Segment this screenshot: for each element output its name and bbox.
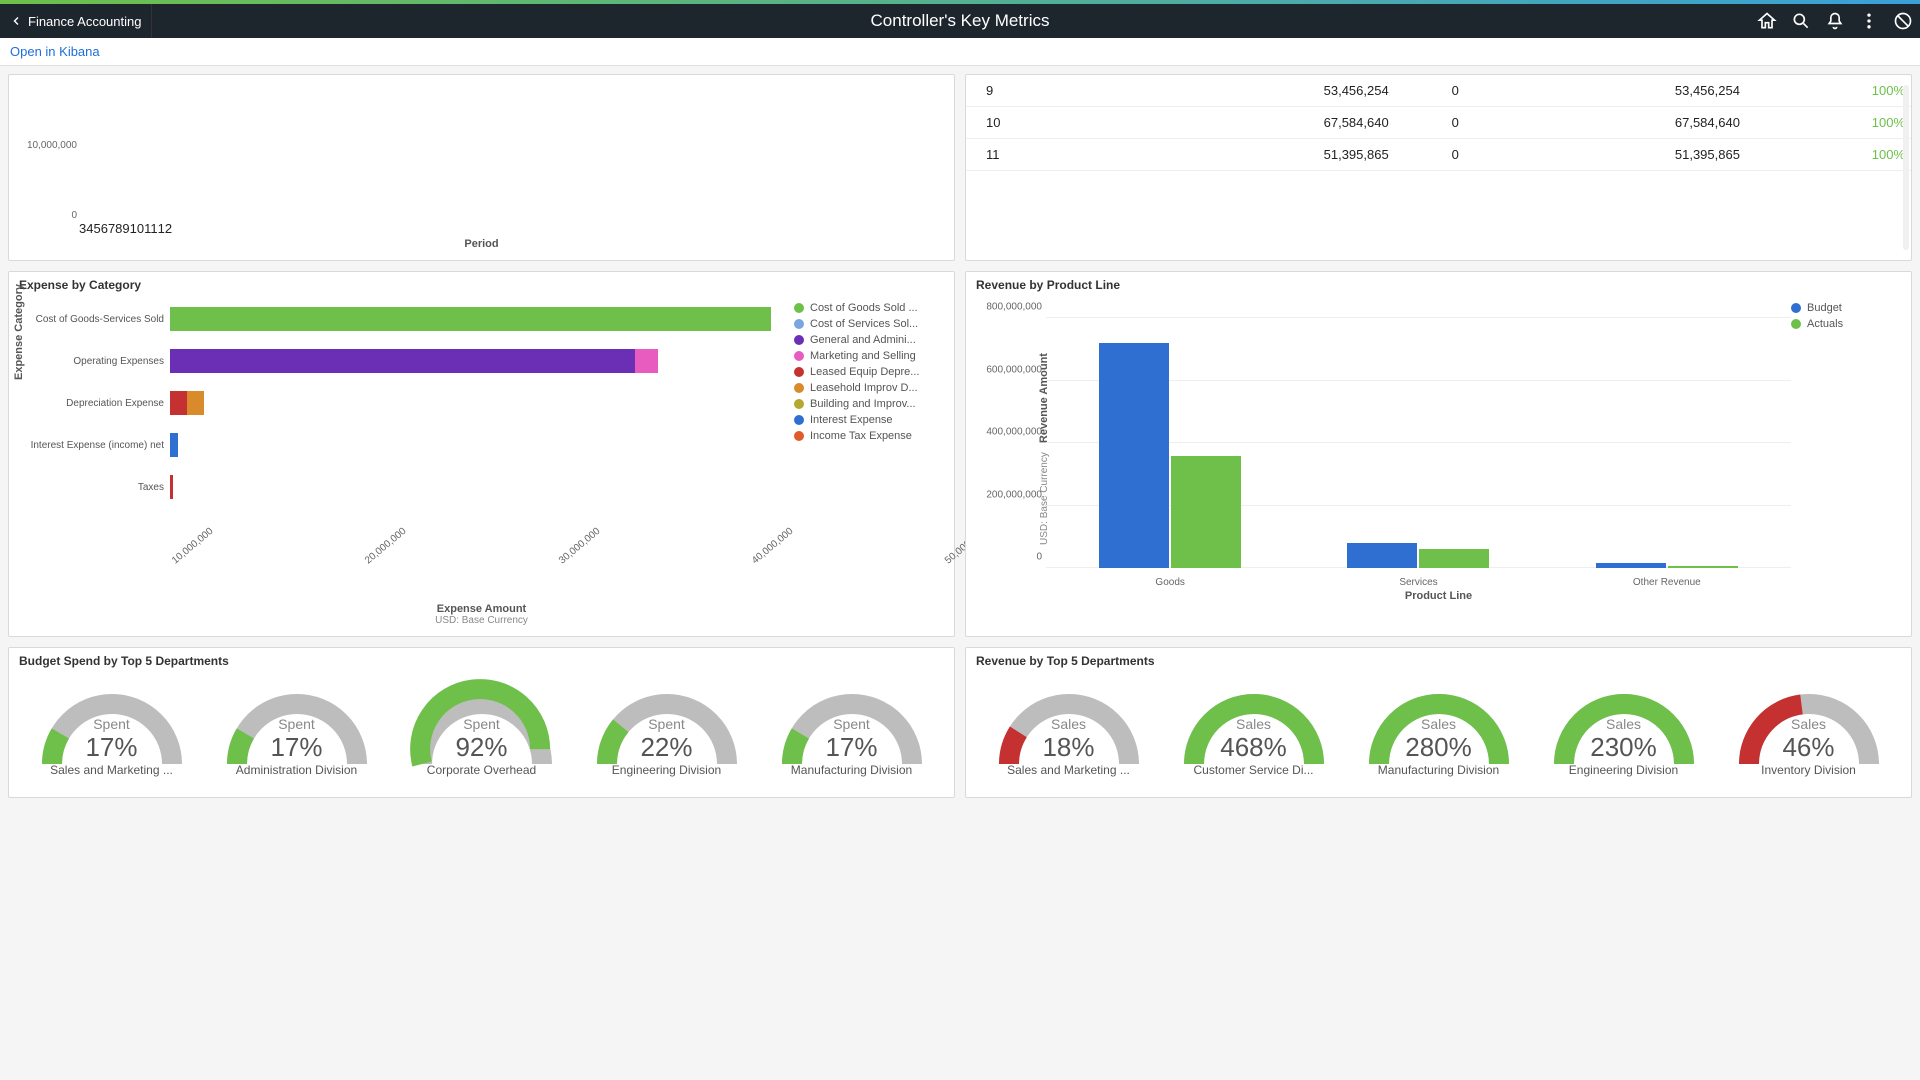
revenue-gauges: Sales18%Sales and Marketing ... Sales468…: [976, 674, 1901, 787]
card-period-chart: 010,000,000 3456789101112 Period: [8, 74, 955, 261]
chevron-left-icon: [10, 15, 22, 27]
expense-chart: Expense Category Cost of Goods-Services …: [19, 298, 794, 558]
more-vertical-icon: [1859, 11, 1879, 31]
budget-gauges: Spent17%Sales and Marketing ... Spent17%…: [19, 674, 944, 787]
card-title: Revenue by Product Line: [976, 278, 1901, 292]
home-button[interactable]: [1750, 4, 1784, 38]
compass-icon: [1893, 11, 1913, 31]
revenue-chart: USD: Base Currency Revenue Amount 0200,0…: [976, 298, 1791, 588]
period-chart: 010,000,000: [19, 81, 944, 221]
help-button[interactable]: [1886, 4, 1920, 38]
page-title: Controller's Key Metrics: [871, 11, 1050, 31]
gauge: Sales468%Customer Service Di...: [1169, 674, 1339, 787]
gauge: Spent22%Engineering Division: [582, 674, 752, 787]
bell-button[interactable]: [1818, 4, 1852, 38]
card-expense-category: Expense by Category Expense Category Cos…: [8, 271, 955, 637]
back-button[interactable]: Finance Accounting: [0, 4, 152, 38]
gauge: Spent17%Sales and Marketing ...: [27, 674, 197, 787]
revenue-xlabel: Product Line: [976, 590, 1901, 602]
search-icon: [1791, 11, 1811, 31]
app-header: Finance Accounting Controller's Key Metr…: [0, 4, 1920, 38]
search-button[interactable]: [1784, 4, 1818, 38]
expense-ylabel: Expense Category: [13, 284, 25, 380]
bell-icon: [1825, 11, 1845, 31]
expense-xlabel-sub: USD: Base Currency: [19, 615, 944, 626]
table-row[interactable]: 1151,395,865051,395,865100%: [966, 139, 1911, 171]
card-title: Expense by Category: [19, 278, 944, 292]
revenue-legend: BudgetActuals: [1791, 298, 1901, 588]
back-label: Finance Accounting: [28, 14, 141, 29]
gauge: Sales280%Manufacturing Division: [1354, 674, 1524, 787]
expense-xaxis: 10,000,00020,000,00030,000,00040,000,000…: [170, 558, 944, 569]
open-in-kibana-link[interactable]: Open in Kibana: [10, 44, 100, 59]
home-icon: [1757, 11, 1777, 31]
gauge: Spent92%Corporate Overhead: [397, 674, 567, 787]
metrics-table: 953,456,254053,456,254100%1067,584,64006…: [966, 75, 1911, 171]
period-xlabel: Period: [19, 238, 944, 250]
gauge: Sales46%Inventory Division: [1724, 674, 1894, 787]
gauge: Sales230%Engineering Division: [1539, 674, 1709, 787]
table-row[interactable]: 1067,584,640067,584,640100%: [966, 107, 1911, 139]
header-actions: [1750, 4, 1920, 38]
table-row[interactable]: 953,456,254053,456,254100%: [966, 75, 1911, 107]
card-title: Budget Spend by Top 5 Departments: [19, 654, 944, 668]
expense-legend: Cost of Goods Sold ...Cost of Services S…: [794, 298, 944, 558]
more-button[interactable]: [1852, 4, 1886, 38]
scrollbar[interactable]: [1903, 85, 1909, 250]
card-budget-spend: Budget Spend by Top 5 Departments Spent1…: [8, 647, 955, 798]
dashboard-grid: 010,000,000 3456789101112 Period 953,456…: [0, 66, 1920, 806]
gauge: Spent17%Administration Division: [212, 674, 382, 787]
gauge: Spent17%Manufacturing Division: [767, 674, 937, 787]
gauge: Sales18%Sales and Marketing ...: [984, 674, 1154, 787]
card-revenue-product: Revenue by Product Line USD: Base Curren…: [965, 271, 1912, 637]
sub-header: Open in Kibana: [0, 38, 1920, 66]
card-revenue-dept: Revenue by Top 5 Departments Sales18%Sal…: [965, 647, 1912, 798]
card-title: Revenue by Top 5 Departments: [976, 654, 1901, 668]
card-table: 953,456,254053,456,254100%1067,584,64006…: [965, 74, 1912, 261]
period-xaxis: 3456789101112: [19, 221, 944, 236]
expense-xlabel: Expense Amount: [19, 603, 944, 615]
